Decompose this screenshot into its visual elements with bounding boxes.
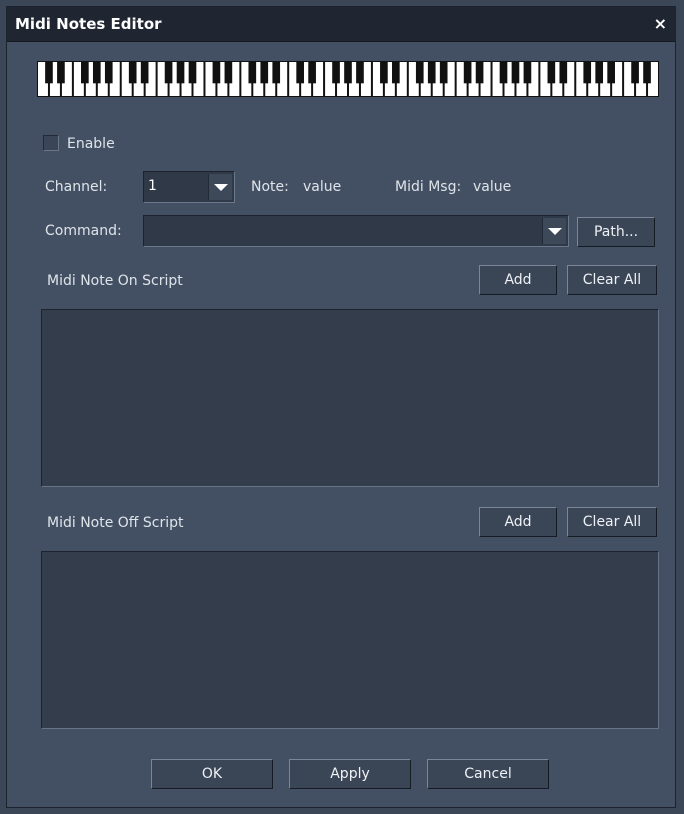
- piano-black-key: [81, 61, 89, 84]
- piano-black-key: [140, 61, 149, 84]
- apply-button[interactable]: Apply: [289, 759, 411, 789]
- piano-black-key: [415, 61, 424, 84]
- piano-black-key: [356, 61, 364, 84]
- piano-black-key: [308, 61, 316, 84]
- midi-msg-label: Midi Msg:: [395, 179, 462, 195]
- command-dropdown[interactable]: [143, 215, 569, 247]
- piano-black-key: [643, 61, 651, 84]
- note-on-script-label: Midi Note On Script: [47, 273, 183, 289]
- note-on-clear-all-button[interactable]: Clear All: [567, 265, 657, 295]
- piano-black-key: [559, 61, 568, 84]
- piano-black-key: [92, 61, 101, 84]
- note-off-script-textarea[interactable]: [41, 551, 659, 729]
- piano-black-key: [523, 61, 532, 84]
- note-off-script-label: Midi Note Off Script: [47, 515, 184, 531]
- piano-black-key: [631, 61, 639, 84]
- note-on-script-textarea[interactable]: [41, 309, 659, 487]
- note-value: value: [303, 179, 342, 195]
- piano-keyboard[interactable]: [37, 61, 659, 97]
- midi-notes-editor-window: Midi Notes Editor × Enable Channel: 1 No…: [6, 6, 676, 808]
- piano-black-key: [332, 61, 340, 84]
- note-on-add-button[interactable]: Add: [479, 265, 557, 295]
- ok-button[interactable]: OK: [151, 759, 273, 789]
- piano-black-key: [164, 61, 173, 84]
- chevron-down-icon[interactable]: [208, 174, 232, 200]
- command-label: Command:: [45, 223, 122, 239]
- piano-black-key: [45, 61, 53, 84]
- channel-value: 1: [148, 178, 157, 194]
- window-title: Midi Notes Editor: [15, 15, 162, 33]
- piano-black-key: [547, 61, 556, 84]
- piano-black-key: [128, 61, 137, 84]
- piano-black-key: [499, 61, 508, 84]
- piano-black-key: [176, 61, 185, 84]
- piano-black-key: [224, 61, 233, 84]
- piano-black-key: [344, 61, 352, 84]
- title-bar[interactable]: Midi Notes Editor ×: [7, 7, 675, 42]
- piano-black-key: [212, 61, 221, 84]
- piano-black-key: [272, 61, 281, 84]
- piano-black-key: [607, 61, 615, 84]
- chevron-down-icon[interactable]: [542, 218, 566, 244]
- path-button[interactable]: Path...: [577, 217, 655, 247]
- enable-checkbox[interactable]: [43, 135, 59, 151]
- piano-black-key: [248, 61, 257, 84]
- piano-black-key: [595, 61, 604, 84]
- piano-black-key: [463, 61, 472, 84]
- piano-black-key: [57, 61, 65, 84]
- note-label: Note:: [251, 179, 289, 195]
- piano-black-key: [392, 61, 400, 84]
- enable-label: Enable: [67, 136, 115, 152]
- note-off-clear-all-button[interactable]: Clear All: [567, 507, 657, 537]
- note-off-add-button[interactable]: Add: [479, 507, 557, 537]
- channel-dropdown[interactable]: 1: [143, 171, 235, 203]
- midi-msg-value: value: [473, 179, 512, 195]
- piano-black-key: [104, 61, 113, 84]
- piano-black-key: [583, 61, 592, 84]
- channel-label: Channel:: [45, 179, 108, 195]
- piano-black-key: [260, 61, 269, 84]
- piano-black-key: [511, 61, 520, 84]
- piano-black-key: [296, 61, 304, 84]
- piano-black-key: [188, 61, 197, 84]
- piano-black-key: [427, 61, 436, 84]
- piano-black-key: [475, 61, 484, 84]
- piano-black-key: [439, 61, 448, 84]
- piano-black-key: [380, 61, 388, 84]
- cancel-button[interactable]: Cancel: [427, 759, 549, 789]
- close-icon[interactable]: ×: [654, 7, 667, 41]
